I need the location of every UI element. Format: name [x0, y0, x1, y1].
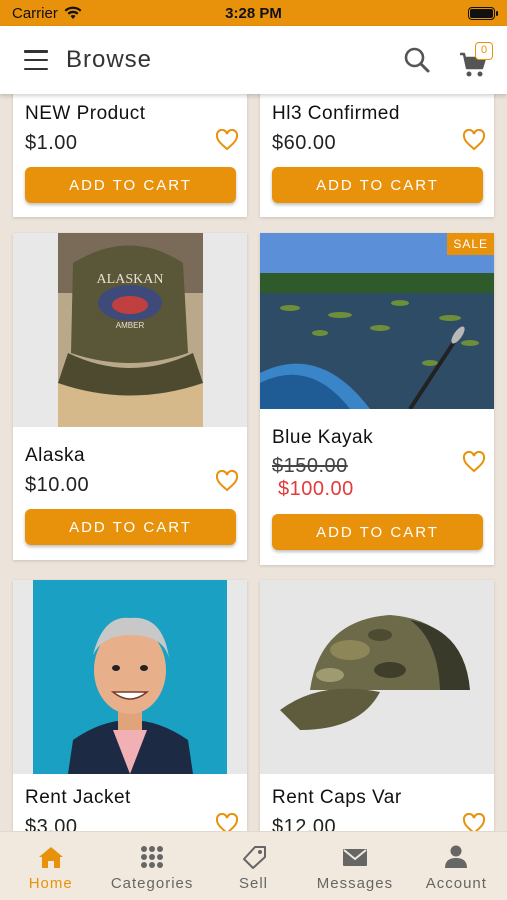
- avatar-illustration: [13, 580, 247, 774]
- bottom-tab-bar: Home Categories Sell Messages Account: [0, 831, 507, 900]
- product-card[interactable]: Rent Caps Var $12.00: [260, 580, 494, 831]
- add-to-cart-button[interactable]: ADD TO CART: [272, 167, 483, 203]
- tab-categories[interactable]: Categories: [101, 832, 202, 900]
- svg-text:ALASKAN: ALASKAN: [97, 272, 164, 287]
- product-card[interactable]: Hl3 Confirmed $60.00 ADD TO CART: [260, 94, 494, 217]
- tab-label: Account: [425, 875, 487, 892]
- camo-cap-photo: [260, 580, 494, 774]
- tab-account[interactable]: Account: [406, 832, 507, 900]
- grid-icon: [141, 846, 164, 868]
- cap-photo: ALASKAN AMBER: [58, 233, 203, 427]
- product-card[interactable]: ALASKAN AMBER Alaska $10.00 ADD TO CART: [13, 233, 247, 560]
- add-to-cart-button[interactable]: ADD TO CART: [25, 509, 236, 545]
- product-name: NEW Product: [25, 103, 146, 124]
- tab-label: Messages: [316, 875, 394, 892]
- envelope-icon: [342, 849, 367, 866]
- heart-icon[interactable]: [462, 451, 486, 473]
- product-price: $12.00: [272, 816, 337, 831]
- product-name: Hl3 Confirmed: [272, 103, 400, 124]
- product-price: $10.00: [25, 474, 90, 496]
- sale-price: $100.00: [278, 478, 354, 500]
- wifi-icon: [64, 6, 82, 19]
- tab-label: Categories: [110, 875, 194, 892]
- heart-icon[interactable]: [462, 813, 486, 831]
- add-to-cart-button[interactable]: ADD TO CART: [272, 514, 483, 550]
- tab-label: Home: [28, 875, 73, 892]
- heart-icon[interactable]: [215, 813, 239, 831]
- product-image[interactable]: [260, 580, 494, 774]
- person-icon: [445, 845, 468, 868]
- sale-badge: SALE: [447, 233, 494, 255]
- menu-icon[interactable]: [24, 50, 48, 70]
- status-bar: Carrier 3:28 PM: [0, 0, 507, 26]
- kayak-photo: [260, 233, 494, 409]
- product-name: Rent Caps Var: [272, 787, 402, 808]
- product-price: $1.00: [25, 132, 78, 154]
- add-to-cart-button[interactable]: ADD TO CART: [25, 167, 236, 203]
- page-title: Browse: [66, 46, 153, 73]
- battery-icon: [468, 6, 498, 20]
- tag-icon: [242, 846, 266, 869]
- product-grid: NEW Product $1.00 ADD TO CART Hl3 Confir…: [0, 94, 507, 831]
- product-image[interactable]: [13, 580, 247, 774]
- svg-text:AMBER: AMBER: [116, 321, 145, 330]
- tab-label: Sell: [239, 875, 269, 892]
- carrier-label: Carrier: [12, 4, 58, 22]
- search-icon[interactable]: [403, 46, 431, 74]
- original-price: $150.00: [272, 455, 348, 477]
- product-card[interactable]: SALE Blue Kayak $150.00 $100.00 ADD TO C…: [260, 233, 494, 565]
- heart-icon[interactable]: [462, 129, 486, 151]
- product-image[interactable]: SALE: [260, 233, 494, 409]
- heart-icon[interactable]: [215, 470, 239, 492]
- product-price: $3.00: [25, 816, 78, 831]
- home-icon: [38, 847, 63, 868]
- product-name: Blue Kayak: [272, 427, 374, 448]
- cart-button[interactable]: 0: [458, 42, 498, 78]
- product-card[interactable]: NEW Product $1.00 ADD TO CART: [13, 94, 247, 217]
- product-price: $60.00: [272, 132, 337, 154]
- product-name: Rent Jacket: [25, 787, 131, 808]
- carrier-info: Carrier: [12, 5, 82, 22]
- product-image[interactable]: ALASKAN AMBER: [13, 233, 247, 427]
- app-bar: Browse 0: [0, 26, 507, 94]
- product-name: Alaska: [25, 445, 86, 466]
- tab-messages[interactable]: Messages: [304, 832, 405, 900]
- heart-icon[interactable]: [215, 129, 239, 151]
- tab-home[interactable]: Home: [0, 832, 101, 900]
- tab-sell[interactable]: Sell: [203, 832, 304, 900]
- cart-count-badge: 0: [475, 42, 493, 60]
- product-card[interactable]: Rent Jacket $3.00: [13, 580, 247, 831]
